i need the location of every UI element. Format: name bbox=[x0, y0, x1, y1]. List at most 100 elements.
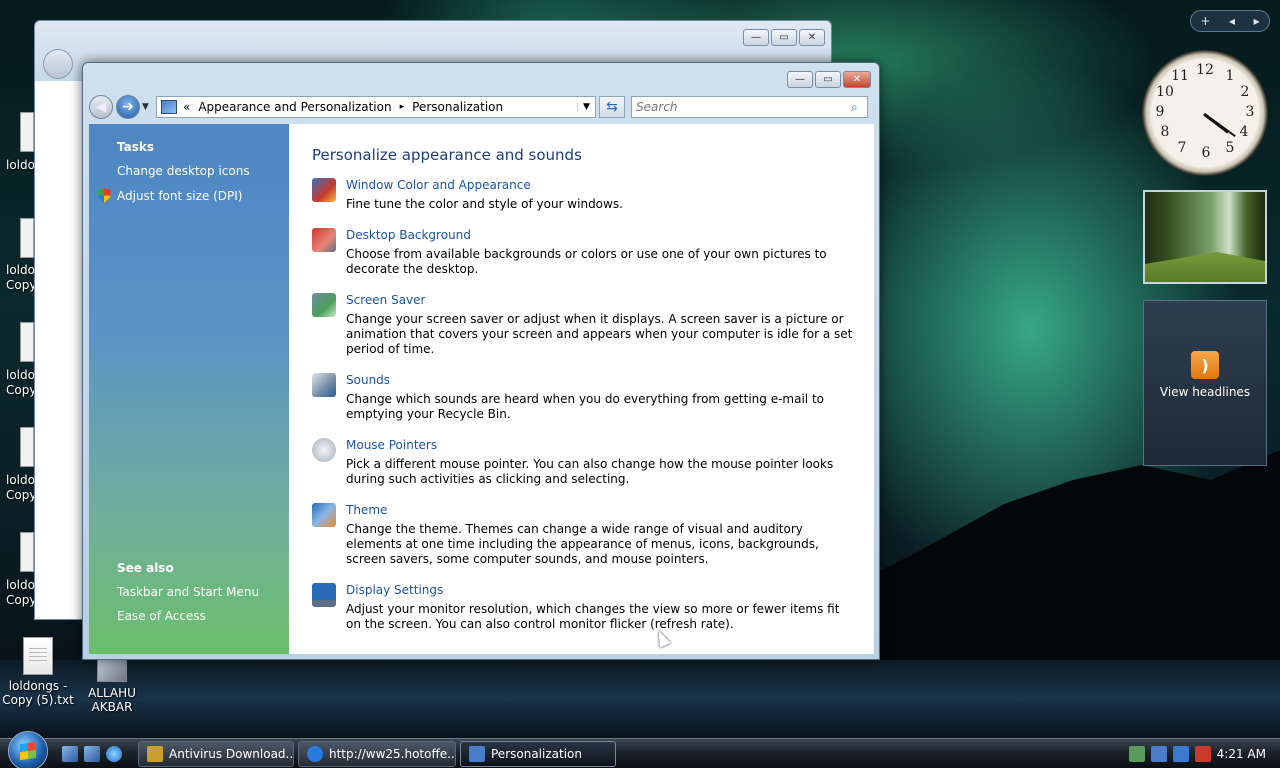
control-panel-icon bbox=[161, 100, 177, 114]
antivirus-icon bbox=[147, 745, 163, 762]
recent-pages-dropdown[interactable]: ▼ bbox=[142, 102, 152, 112]
search-icon[interactable]: ⌕ bbox=[851, 100, 867, 115]
network-status-icon[interactable] bbox=[1128, 745, 1145, 762]
windows-logo-icon bbox=[20, 741, 36, 760]
task-adjust-font-size[interactable]: Adjust font size (DPI) bbox=[97, 188, 289, 203]
close-button[interactable]: ✕ bbox=[799, 29, 825, 46]
back-icon[interactable] bbox=[43, 49, 73, 79]
switch-windows-icon[interactable] bbox=[84, 745, 100, 762]
ie-quicklaunch-icon[interactable] bbox=[106, 745, 122, 762]
desktop-icon-partial-5[interactable] bbox=[20, 532, 34, 572]
next-page-button[interactable]: ▸ bbox=[1254, 14, 1260, 28]
desktop-background-icon[interactable] bbox=[312, 228, 336, 252]
link-theme[interactable]: Theme bbox=[346, 503, 858, 517]
desktop-icon-label: Copy bbox=[6, 593, 36, 607]
navigation-bar: ◀ ➜ ▼ « Appearance and Personalization ▸… bbox=[89, 93, 873, 121]
breadcrumb-overflow[interactable]: « bbox=[183, 100, 190, 114]
sounds-icon[interactable] bbox=[312, 373, 336, 397]
clock-time[interactable]: 4:21 AM bbox=[1217, 747, 1266, 761]
item-description: Change the theme. Themes can change a wi… bbox=[346, 522, 819, 566]
taskbar-button-antivirus[interactable]: Antivirus Download... bbox=[138, 740, 294, 767]
breadcrumb-separator-icon[interactable]: ▸ bbox=[400, 102, 405, 112]
previous-page-button[interactable]: ◂ bbox=[1229, 14, 1235, 28]
link-mouse-pointers[interactable]: Mouse Pointers bbox=[346, 438, 858, 452]
search-input[interactable] bbox=[636, 100, 851, 114]
item-desktop-background: Desktop Background Choose from available… bbox=[312, 228, 858, 277]
start-button[interactable] bbox=[8, 730, 48, 768]
taskbar-button-label: Personalization bbox=[491, 746, 582, 761]
tasks-header: Tasks bbox=[117, 140, 155, 154]
volume-muted-icon[interactable] bbox=[1194, 745, 1211, 762]
item-description: Change your screen saver or adjust when … bbox=[346, 312, 853, 356]
feed-label[interactable]: View headlines bbox=[1144, 385, 1266, 399]
screen-saver-icon[interactable] bbox=[312, 293, 336, 317]
clock-minute-hand bbox=[1203, 113, 1236, 137]
see-also-ease-of-access[interactable]: Ease of Access bbox=[117, 609, 259, 623]
task-change-desktop-icons[interactable]: Change desktop icons bbox=[117, 164, 289, 178]
clock-number: 3 bbox=[1245, 104, 1255, 120]
link-screen-saver[interactable]: Screen Saver bbox=[346, 293, 858, 307]
forward-button[interactable]: ➜ bbox=[116, 95, 140, 119]
breadcrumb-appearance-and-personalization[interactable]: Appearance and Personalization bbox=[198, 100, 391, 114]
desktop-icon-loldongs-copy-5[interactable]: loldongs - Copy (5).txt bbox=[0, 637, 76, 707]
taskbar-button-ie[interactable]: http://ww25.hotoffe... bbox=[298, 740, 456, 767]
desktop-icon-label: loldo bbox=[6, 368, 35, 382]
see-also-header: See also bbox=[117, 561, 174, 575]
item-sounds: Sounds Change which sounds are heard whe… bbox=[312, 373, 858, 422]
shortcut-icon bbox=[97, 658, 127, 682]
taskbar-button-label: http://ww25.hotoffe... bbox=[329, 746, 456, 761]
window-color-icon[interactable] bbox=[312, 178, 336, 202]
desktop-icon-allahu-akbar[interactable]: ALLAHU AKBAR bbox=[74, 658, 150, 714]
breadcrumb-personalization[interactable]: Personalization bbox=[412, 100, 503, 114]
back-button[interactable]: ◀ bbox=[89, 95, 113, 119]
clock-number: 11 bbox=[1171, 68, 1189, 84]
mouse-pointer-icon[interactable] bbox=[312, 438, 336, 462]
clock-number: 6 bbox=[1201, 145, 1211, 161]
personalization-window[interactable]: — ▭ ✕ ◀ ➜ ▼ « Appearance and Personaliza… bbox=[82, 62, 880, 660]
close-button[interactable]: ✕ bbox=[843, 71, 871, 88]
maximize-button[interactable]: ▭ bbox=[771, 29, 797, 46]
clock-number: 8 bbox=[1160, 124, 1170, 140]
page-title: Personalize appearance and sounds bbox=[312, 146, 582, 164]
clock-number: 2 bbox=[1240, 84, 1250, 100]
see-also-taskbar-start-menu[interactable]: Taskbar and Start Menu bbox=[117, 585, 259, 599]
show-desktop-icon[interactable] bbox=[62, 745, 78, 762]
taskbar-button-personalization[interactable]: Personalization bbox=[460, 740, 616, 767]
see-also-section: See also Taskbar and Start Menu Ease of … bbox=[117, 561, 259, 633]
item-display-settings: Display Settings Adjust your monitor res… bbox=[312, 583, 858, 632]
link-window-color-and-appearance[interactable]: Window Color and Appearance bbox=[346, 178, 858, 192]
taskbar: Antivirus Download... http://ww25.hotoff… bbox=[0, 730, 1280, 768]
link-display-settings[interactable]: Display Settings bbox=[346, 583, 858, 597]
sidebar-controls: + ◂ ▸ bbox=[1190, 10, 1270, 32]
refresh-icon: ⇆ bbox=[606, 99, 618, 115]
minimize-button[interactable]: — bbox=[743, 29, 769, 46]
address-bar[interactable]: « Appearance and Personalization ▸ Perso… bbox=[156, 96, 596, 118]
task-pane: Tasks Change desktop icons Adjust font s… bbox=[89, 124, 289, 654]
item-theme: Theme Change the theme. Themes can chang… bbox=[312, 503, 858, 567]
minimize-button[interactable]: — bbox=[787, 71, 813, 88]
clock-number: 10 bbox=[1156, 84, 1174, 100]
desktop-icon-label: loldo bbox=[6, 473, 35, 487]
item-description: Pick a different mouse pointer. You can … bbox=[346, 457, 834, 486]
desktop-icon-partial-4[interactable] bbox=[20, 427, 34, 467]
desktop-icon-partial-1[interactable] bbox=[20, 112, 34, 152]
link-desktop-background[interactable]: Desktop Background bbox=[346, 228, 858, 242]
search-box[interactable]: ⌕ bbox=[631, 96, 868, 118]
desktop-icon-label: AKBAR bbox=[91, 700, 133, 714]
network-icon[interactable] bbox=[1172, 745, 1189, 762]
address-dropdown-icon[interactable]: ▼ bbox=[577, 102, 595, 112]
desktop-icon-partial-2[interactable] bbox=[20, 218, 34, 258]
clock-gadget[interactable]: 12 1 2 3 4 5 6 7 8 9 10 11 bbox=[1142, 50, 1268, 176]
link-sounds[interactable]: Sounds bbox=[346, 373, 858, 387]
clock-number: 1 bbox=[1225, 68, 1235, 84]
maximize-button[interactable]: ▭ bbox=[815, 71, 841, 88]
desktop-icon-label: loldo bbox=[6, 578, 35, 592]
security-center-icon[interactable] bbox=[1150, 745, 1167, 762]
refresh-button[interactable]: ⇆ bbox=[599, 96, 625, 118]
add-gadget-button[interactable]: + bbox=[1200, 14, 1210, 28]
feed-headlines-gadget[interactable]: ) View headlines bbox=[1143, 300, 1267, 466]
theme-icon[interactable] bbox=[312, 503, 336, 527]
display-settings-icon[interactable] bbox=[312, 583, 336, 607]
slideshow-gadget[interactable] bbox=[1143, 190, 1267, 284]
desktop-icon-partial-3[interactable] bbox=[20, 322, 34, 362]
